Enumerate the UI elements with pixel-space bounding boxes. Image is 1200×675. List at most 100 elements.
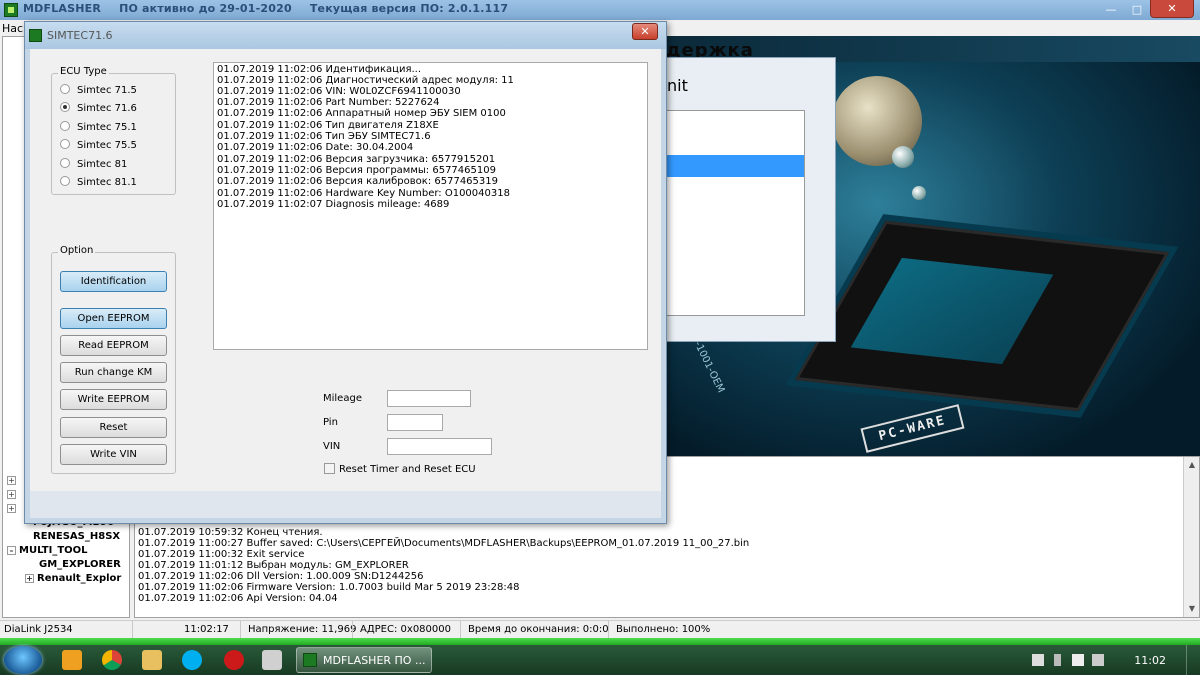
- log-line: 01.07.2019 11:02:06 Аппаратный номер ЭБУ…: [217, 108, 506, 119]
- log-line: 01.07.2019 11:02:06 Тип ЭБУ SIMTEC71.6: [217, 131, 431, 142]
- reset-timer-checkbox[interactable]: Reset Timer and Reset ECU: [324, 463, 476, 475]
- app-window-icon[interactable]: [262, 650, 282, 670]
- dialog-title: SIMTEC71.6: [47, 29, 113, 42]
- reset-button[interactable]: Reset: [60, 417, 167, 438]
- read-eeprom-button[interactable]: Read EEPROM: [60, 335, 167, 356]
- log-line: 01.07.2019 11:02:06 Версия калибровок: 6…: [217, 176, 498, 187]
- show-desktop-button[interactable]: [1186, 645, 1200, 675]
- skype-icon[interactable]: [182, 650, 202, 670]
- dialog-footer: [30, 491, 661, 518]
- log-line: 01.07.2019 11:02:06 Тип двигателя Z18XE: [217, 120, 439, 131]
- status-divider: [460, 621, 461, 639]
- flag-icon[interactable]: [1032, 654, 1044, 666]
- media-player-icon[interactable]: [62, 650, 82, 670]
- reset-timer-label: Reset Timer and Reset ECU: [339, 464, 476, 475]
- radio-icon[interactable]: [60, 139, 70, 149]
- scroll-up-icon[interactable]: ▲: [1184, 457, 1200, 473]
- radio-label: Simtec 81.1: [77, 177, 137, 188]
- mileage-input[interactable]: [387, 390, 471, 407]
- taskbar-mdflasher[interactable]: MDFLASHER ПО ...: [296, 647, 432, 673]
- radio-simtec-75-5[interactable]: Simtec 75.5: [60, 139, 137, 151]
- artwork-droplet: [892, 146, 914, 168]
- dialog-log[interactable]: 01.07.2019 11:02:06 Идентификация... 01.…: [213, 62, 648, 350]
- expand-icon[interactable]: +: [7, 503, 16, 513]
- pin-label: Pin: [323, 417, 338, 428]
- radio-simtec-71-5[interactable]: Simtec 71.5: [60, 84, 137, 96]
- status-voltage: Напряжение: 11,969: [248, 624, 357, 635]
- status-divider: [352, 621, 353, 639]
- write-vin-button[interactable]: Write VIN: [60, 444, 167, 465]
- dialog-title-bar[interactable]: SIMTEC71.6 ✕: [25, 22, 666, 49]
- expand-icon[interactable]: +: [7, 489, 16, 499]
- app-logo-icon: [4, 3, 18, 17]
- status-time: 11:02:17: [184, 624, 229, 635]
- status-bar: DiaLink J2534 11:02:17 Напряжение: 11,96…: [0, 620, 1200, 639]
- radio-icon[interactable]: [60, 176, 70, 186]
- checkbox-icon[interactable]: [324, 463, 335, 474]
- radio-label: Simtec 71.6: [77, 103, 137, 114]
- radio-icon[interactable]: [60, 121, 70, 131]
- system-tray: 11:02: [1030, 645, 1200, 675]
- collapse-icon[interactable]: –: [7, 545, 16, 555]
- status-time-left: Время до окончания: 0:0:0: [468, 624, 609, 635]
- log-line: 01.07.2019 11:02:06 Dll Version: 1.00.00…: [138, 571, 424, 582]
- tree-item-renault[interactable]: + Renault_Explor: [25, 573, 121, 586]
- status-adapter: DiaLink J2534: [4, 624, 73, 635]
- log-line: 01.07.2019 11:02:07 Diagnosis mileage: 4…: [217, 199, 450, 210]
- log-scrollbar[interactable]: ▲ ▼: [1183, 457, 1199, 617]
- module-dialog-heading: nit: [667, 76, 688, 95]
- tree-expander-row[interactable]: +: [7, 503, 19, 516]
- scroll-down-icon[interactable]: ▼: [1184, 601, 1200, 617]
- ecu-type-group: ECU Type Simtec 71.5 Simtec 71.6 Simtec …: [51, 66, 176, 195]
- volume-icon[interactable]: [1092, 654, 1104, 666]
- battery-icon[interactable]: [1054, 654, 1061, 666]
- radio-simtec-71-6[interactable]: Simtec 71.6: [60, 102, 137, 114]
- log-line: 01.07.2019 11:01:12 Выбран модуль: GM_EX…: [138, 560, 409, 571]
- network-icon[interactable]: [1072, 654, 1084, 666]
- identification-button[interactable]: Identification: [60, 271, 167, 292]
- radio-selected-icon[interactable]: [60, 102, 70, 112]
- expand-icon[interactable]: +: [25, 573, 34, 583]
- close-icon[interactable]: ✕: [1150, 0, 1194, 18]
- expand-icon[interactable]: +: [7, 475, 16, 485]
- tree-item-renesas[interactable]: RENESAS_H8SX: [33, 531, 120, 544]
- dialog-close-icon[interactable]: ✕: [632, 23, 658, 40]
- chrome-icon[interactable]: [102, 650, 122, 670]
- status-done: Выполнено: 100%: [616, 624, 711, 635]
- radio-icon[interactable]: [60, 84, 70, 94]
- module-list[interactable]: [663, 110, 805, 316]
- log-line: 01.07.2019 11:02:06 Идентификация...: [217, 64, 422, 75]
- pin-input[interactable]: [387, 414, 443, 431]
- mileage-label: Mileage: [323, 393, 362, 404]
- log-line: 01.07.2019 11:02:06 Date: 30.04.2004: [217, 142, 414, 153]
- maximize-icon[interactable]: □: [1124, 0, 1150, 18]
- vin-input[interactable]: [387, 438, 492, 455]
- folder-icon[interactable]: [142, 650, 162, 670]
- tree-item-gm-explorer[interactable]: GM_EXPLORER: [39, 559, 121, 572]
- license-status: ПО активно до 29-01-2020: [119, 2, 292, 15]
- status-divider: [240, 621, 241, 639]
- log-line: 01.07.2019 11:02:06 VIN: W0L0ZCF69411000…: [217, 86, 461, 97]
- radio-simtec-81[interactable]: Simtec 81: [60, 158, 127, 170]
- tree-expander-row[interactable]: +: [7, 489, 19, 502]
- write-eeprom-button[interactable]: Write EEPROM: [60, 389, 167, 410]
- open-eeprom-button[interactable]: Open EEPROM: [60, 308, 167, 329]
- log-line: 01.07.2019 11:02:06 Версия загрузчика: 6…: [217, 154, 496, 165]
- minimize-icon[interactable]: —: [1098, 0, 1124, 18]
- log-line: 01.07.2019 11:00:32 Exit service: [138, 549, 305, 560]
- tree-item-multi-tool[interactable]: – MULTI_TOOL: [7, 545, 88, 558]
- software-version: Текущая версия ПО: 2.0.1.117: [309, 2, 509, 15]
- app-title-text: MDFLASHER ПО активно до 29-01-2020 Текущ…: [23, 2, 522, 15]
- radio-simtec-75-1[interactable]: Simtec 75.1: [60, 121, 137, 133]
- radio-simtec-81-1[interactable]: Simtec 81.1: [60, 176, 137, 188]
- radio-label: Simtec 75.5: [77, 140, 137, 151]
- tree-expander-row[interactable]: +: [7, 475, 19, 488]
- module-list-selected-row[interactable]: [664, 155, 804, 177]
- taskbar-clock[interactable]: 11:02: [1134, 654, 1166, 667]
- run-change-km-button[interactable]: Run change KM: [60, 362, 167, 383]
- artwork-pc-ware-label: PC-WARE: [860, 404, 965, 453]
- start-button[interactable]: [4, 646, 42, 674]
- opera-icon[interactable]: [224, 650, 244, 670]
- log-line: 01.07.2019 11:02:06 Firmware Version: 1.…: [138, 582, 520, 593]
- radio-icon[interactable]: [60, 158, 70, 168]
